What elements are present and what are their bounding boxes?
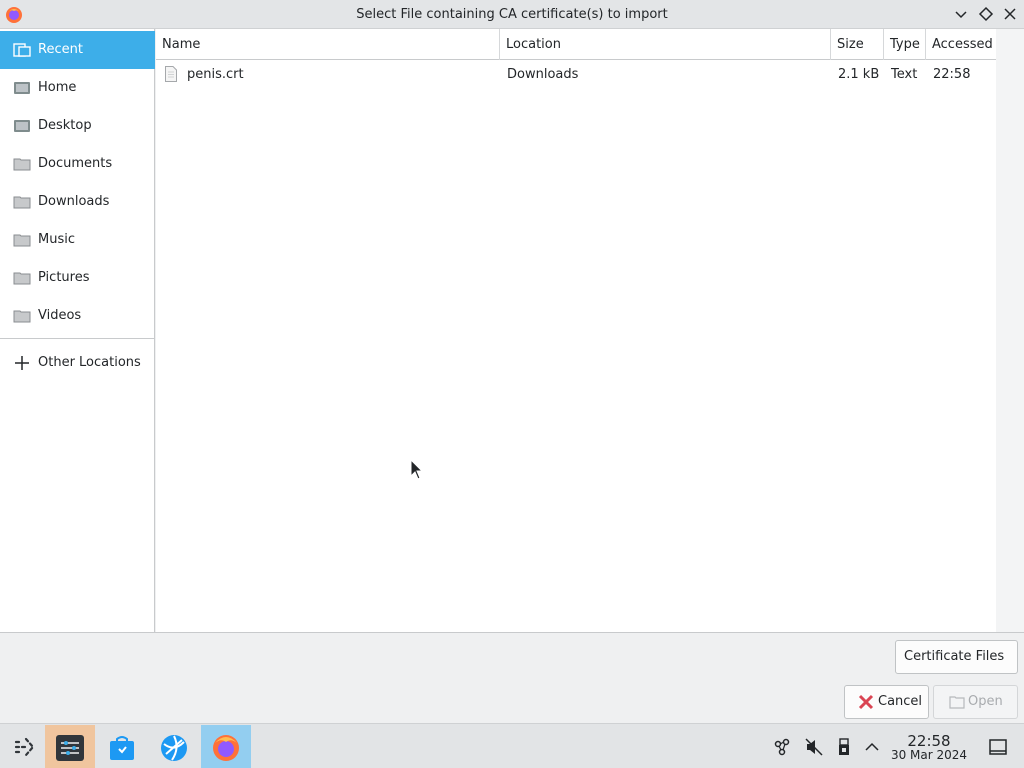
sidebar-item-label: Downloads: [38, 194, 110, 209]
network-globe-icon: [161, 735, 187, 761]
sidebar-item-label: Recent: [38, 42, 83, 57]
sidebar-item-label: Home: [38, 80, 77, 95]
folder-icon: [13, 196, 31, 209]
sidebar-divider: [0, 338, 155, 339]
open-button[interactable]: Open: [933, 685, 1018, 719]
column-header-name[interactable]: Name: [156, 29, 500, 60]
file-type: Text: [891, 67, 918, 82]
usb-device-icon[interactable]: [835, 738, 853, 756]
sidebar-item-label: Documents: [38, 156, 113, 171]
clock-date[interactable]: 30 Mar 2024: [888, 748, 970, 762]
cancel-button[interactable]: Cancel: [844, 685, 929, 719]
sidebar-item-label: Pictures: [38, 270, 90, 285]
cancel-icon: [858, 694, 874, 710]
column-header-type[interactable]: Type: [884, 29, 926, 60]
sidebar-item-downloads[interactable]: Downloads: [0, 183, 155, 221]
title-bar: Select File containing CA certificate(s)…: [0, 0, 1024, 29]
discover-store-icon: [110, 736, 134, 760]
file-location: Downloads: [507, 67, 579, 82]
open-folder-icon: [949, 696, 965, 709]
open-label: Open: [968, 694, 1003, 709]
app-launcher-icon: [14, 737, 35, 757]
folder-icon: [13, 272, 31, 285]
sidebar-item-label: Desktop: [38, 118, 92, 133]
column-header-accessed[interactable]: Accessed: [926, 29, 996, 60]
folder-icon: [13, 234, 31, 247]
file-accessed: 22:58: [933, 67, 971, 82]
taskbar-firefox[interactable]: [201, 725, 251, 768]
minimize-icon[interactable]: [953, 6, 969, 22]
sidebar-item-pictures[interactable]: Pictures: [0, 259, 155, 297]
sidebar-item-recent[interactable]: Recent: [0, 31, 155, 69]
maximize-icon[interactable]: [978, 6, 994, 22]
show-hidden-icon[interactable]: [863, 738, 881, 756]
taskbar-discover[interactable]: [97, 725, 147, 768]
sidebar-item-documents[interactable]: Documents: [0, 145, 155, 183]
sidebar-item-music[interactable]: Music: [0, 221, 155, 259]
file-filter-dropdown[interactable]: Certificate Files: [895, 640, 1018, 674]
cancel-label: Cancel: [878, 694, 923, 709]
system-settings-icon: [56, 735, 84, 761]
app-launcher[interactable]: [0, 725, 50, 768]
show-desktop-icon[interactable]: [989, 738, 1007, 756]
table-row[interactable]: penis.crt Downloads 2.1 kB Text 22:58: [156, 61, 996, 89]
folder-icon: [13, 158, 31, 171]
sidebar-item-home[interactable]: Home: [0, 69, 155, 107]
scrollbar-track[interactable]: [996, 29, 1024, 632]
taskbar: 22:58 30 Mar 2024: [0, 723, 1024, 768]
file-list[interactable]: Name Location Size Type Accessed penis.c…: [156, 29, 996, 632]
file-size: 2.1 kB: [838, 67, 880, 82]
file-name: penis.crt: [187, 67, 244, 82]
network-icon[interactable]: [774, 738, 792, 756]
close-icon[interactable]: [1002, 6, 1018, 22]
mouse-pointer-icon: [410, 459, 424, 480]
sidebar-item-videos[interactable]: Videos: [0, 297, 155, 335]
folder-icon: [13, 310, 31, 323]
firefox-icon: [213, 735, 239, 761]
sidebar-item-label: Music: [38, 232, 75, 247]
sidebar-item-label: Other Locations: [38, 355, 141, 370]
sidebar-item-desktop[interactable]: Desktop: [0, 107, 155, 145]
home-icon: [14, 82, 30, 94]
column-header-size[interactable]: Size: [831, 29, 884, 60]
column-headers: Name Location Size Type Accessed: [156, 29, 996, 60]
file-filter-label: Certificate Files: [904, 649, 1005, 664]
desktop-icon: [14, 120, 30, 132]
sidebar-item-other-locations[interactable]: Other Locations: [0, 344, 155, 382]
places-sidebar: Recent Home Desktop Documents Downloads …: [0, 29, 155, 632]
window-title: Select File containing CA certificate(s)…: [356, 7, 668, 22]
sidebar-item-label: Videos: [38, 308, 82, 323]
plus-icon: [15, 356, 29, 370]
taskbar-system-settings[interactable]: [45, 725, 95, 768]
text-file-icon: [165, 66, 177, 82]
volume-muted-icon[interactable]: [805, 738, 823, 756]
column-header-location[interactable]: Location: [500, 29, 831, 60]
bottom-divider: [0, 632, 1024, 633]
recent-icon: [13, 43, 31, 57]
taskbar-network-app[interactable]: [149, 725, 199, 768]
